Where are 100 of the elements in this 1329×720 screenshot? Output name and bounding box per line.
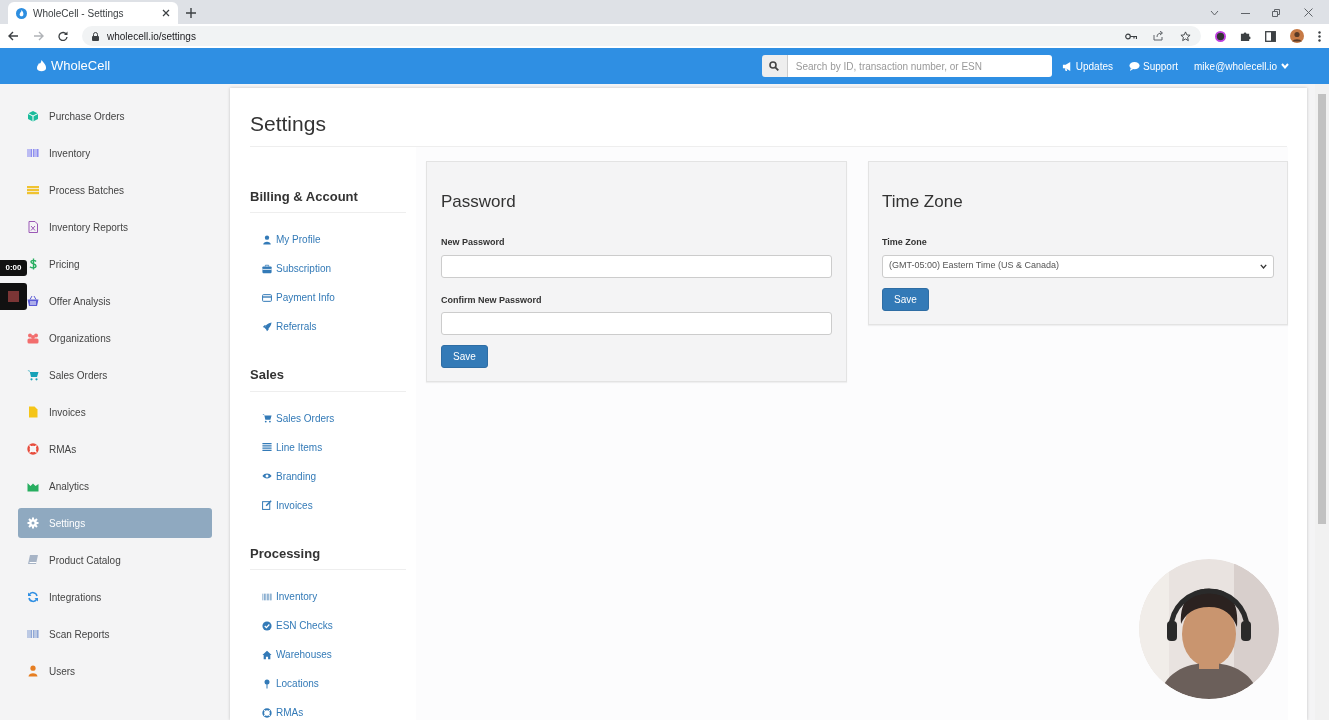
sidebar-item[interactable]: Users: [27, 656, 212, 686]
brand-name[interactable]: WholeCell: [51, 56, 111, 76]
nav-link[interactable]: Updates: [1061, 58, 1113, 74]
user-icon: [262, 234, 272, 245]
page-title: Settings: [250, 111, 327, 137]
rocket-icon: [262, 321, 272, 332]
check-circle-icon: [262, 620, 272, 631]
sidebar-item[interactable]: Inventory Reports: [27, 212, 212, 242]
megaphone-icon: [1061, 60, 1073, 72]
field-label: Time Zone: [882, 236, 928, 249]
list-icon: [262, 442, 272, 452]
chevron-down-icon[interactable]: [1210, 10, 1219, 16]
sidebar-item[interactable]: Scan Reports: [27, 619, 212, 649]
barcode-icon: [27, 628, 39, 640]
card-title: Password: [441, 190, 517, 213]
section-heading: Sales: [250, 365, 406, 392]
sidebar-item[interactable]: RMAs: [27, 434, 212, 464]
settings-link[interactable]: RMAs: [262, 704, 406, 720]
edit-icon: [262, 500, 272, 510]
settings-link[interactable]: Payment Info: [262, 289, 406, 306]
cart-icon: [262, 413, 272, 423]
barcode-icon: [27, 147, 39, 159]
key-icon[interactable]: [1125, 32, 1137, 40]
nav-link[interactable]: Support: [1129, 58, 1179, 74]
eye-icon: [262, 471, 272, 481]
save-button[interactable]: Save: [441, 345, 488, 368]
sidebar-item[interactable]: Invoices: [27, 397, 212, 427]
avatar-icon[interactable]: [1290, 29, 1304, 43]
browser-tab[interactable]: WholeCell - Settings: [8, 2, 178, 24]
sidebar-item[interactable]: Purchase Orders: [27, 101, 212, 131]
settings-link[interactable]: Locations: [262, 675, 406, 692]
chevron-down-icon: [1281, 63, 1289, 69]
sidebar-item[interactable]: Pricing: [27, 249, 212, 279]
chevron-down-icon: [1260, 263, 1267, 269]
sidebar-item[interactable]: Process Batches: [27, 175, 212, 205]
sidebar-item[interactable]: Inventory: [27, 138, 212, 168]
search-icon: [769, 61, 780, 71]
dollar-icon: [27, 258, 39, 270]
spreadsheet-file-icon: [27, 221, 39, 233]
sidebar-item[interactable]: Product Catalog: [27, 545, 212, 575]
settings-link[interactable]: ESN Checks: [262, 617, 406, 634]
credit-card-icon: [262, 292, 272, 303]
gear-icon: [27, 517, 39, 529]
share-icon[interactable]: [1153, 31, 1164, 41]
settings-link[interactable]: Referrals: [262, 318, 406, 335]
document-icon: [27, 406, 39, 418]
account-menu[interactable]: mike@wholecell.io: [1194, 58, 1289, 74]
book-icon: [27, 554, 39, 566]
reload-icon[interactable]: [58, 31, 68, 41]
close-icon[interactable]: [1304, 8, 1313, 17]
settings-link[interactable]: Inventory: [262, 588, 406, 605]
new-tab-icon[interactable]: [186, 8, 196, 18]
side-panel-icon[interactable]: [1265, 30, 1276, 42]
stacked-bars-icon: [27, 184, 39, 196]
map-pin-icon: [262, 678, 272, 689]
barcode-icon: [262, 591, 272, 602]
password-field[interactable]: [441, 254, 832, 278]
house-icon: [262, 649, 272, 660]
tab-title: WholeCell - Settings: [33, 6, 125, 21]
settings-link[interactable]: Branding: [262, 467, 406, 485]
search-button[interactable]: [761, 55, 788, 77]
back-arrow-icon[interactable]: [8, 31, 19, 41]
sidebar-item[interactable]: Analytics: [27, 471, 212, 501]
life-ring-icon: [27, 443, 39, 455]
people-group-icon: [27, 332, 39, 344]
settings-link[interactable]: My Profile: [262, 231, 406, 248]
card-title: Time Zone: [882, 190, 964, 213]
address-bar[interactable]: wholecell.io/settings: [82, 26, 1201, 46]
sidebar-item[interactable]: Integrations: [27, 582, 212, 612]
cube-icon: [27, 110, 39, 122]
sidebar-item[interactable]: Offer Analysis: [27, 286, 212, 316]
settings-link[interactable]: Sales Orders: [262, 409, 406, 427]
search-field[interactable]: Search by ID, transaction number, or ESN: [787, 55, 1052, 77]
cart-icon: [27, 369, 39, 381]
settings-link[interactable]: Warehouses: [262, 646, 406, 663]
user-icon: [27, 665, 39, 677]
settings-link[interactable]: Line Items: [262, 438, 406, 456]
more-vertical-icon[interactable]: [1318, 30, 1321, 42]
field-label: New Password: [441, 236, 506, 249]
settings-link[interactable]: Invoices: [262, 496, 406, 514]
url-text: wholecell.io/settings: [107, 29, 197, 44]
timezone-select[interactable]: (GMT-05:00) Eastern Time (US & Canada): [882, 254, 1274, 278]
extension-ring-icon[interactable]: [1215, 30, 1226, 42]
sidebar-item[interactable]: Sales Orders: [27, 360, 212, 390]
sidebar-item[interactable]: Organizations: [27, 323, 212, 353]
restore-icon[interactable]: [1272, 9, 1280, 17]
save-button[interactable]: Save: [882, 287, 929, 311]
recording-timer: 0:00: [0, 260, 27, 276]
settings-link[interactable]: Subscription: [262, 260, 406, 277]
close-icon[interactable]: [162, 9, 170, 17]
password-field[interactable]: [441, 312, 832, 335]
lock-icon: [92, 31, 99, 41]
star-icon[interactable]: [1180, 30, 1191, 42]
refresh-icon: [27, 591, 39, 603]
scrollbar[interactable]: [1315, 84, 1329, 720]
speech-bubble-icon: [1129, 60, 1140, 72]
field-label: Confirm New Password: [441, 293, 543, 307]
basket-icon: [27, 295, 39, 307]
section-heading: Processing: [250, 543, 406, 570]
briefcase-icon: [262, 263, 272, 274]
